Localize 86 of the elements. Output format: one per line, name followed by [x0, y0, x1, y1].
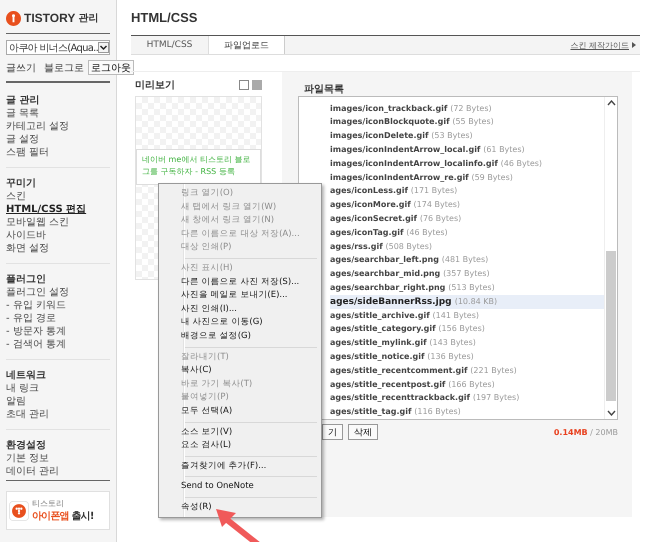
file-row[interactable]: ages/searchbar_left.png (481 Bytes) [330, 253, 604, 268]
sidebar-item[interactable]: 글 목록 [6, 107, 110, 120]
sidebar-link[interactable]: 블로그로 [44, 60, 84, 74]
sidebar-item[interactable]: 스킨 [6, 190, 110, 203]
file-list[interactable] [298, 96, 618, 420]
file-row[interactable]: images/iconIndentArrow_local.gif (61 Bytes) [302, 143, 604, 157]
sidebar-item[interactable]: - 방문자 통계 [6, 325, 110, 338]
scrollbar[interactable] [604, 97, 617, 419]
app-banner[interactable]: 티스토리 아이폰앱 출시! [6, 491, 110, 530]
file-row[interactable]: images/iconDelete.gif (53 Bytes) [302, 129, 604, 144]
file-row[interactable]: ages/stitle_tag.gif (116 Bytes) [330, 405, 604, 419]
sidebar-item[interactable]: 플러그인 설정 [6, 286, 110, 299]
file-row[interactable]: ages/iconSecret.gif (76 Bytes) [330, 212, 604, 226]
section-heading: 네트워크 [6, 369, 47, 382]
section-heading: 글 관리 [6, 94, 40, 107]
file-action-button[interactable]: 삭제 [348, 424, 378, 440]
guide-link[interactable]: 스킨 제작가이드 [570, 40, 629, 50]
section-heading: 플러그인 [6, 273, 47, 286]
page-title: HTML/CSS [131, 10, 198, 26]
chevron-right-icon [632, 42, 636, 48]
file-row[interactable]: ages/stitle_recentcomment.gif (221 Bytes) [330, 364, 604, 378]
logo-icon [6, 10, 21, 26]
sidebar-item[interactable]: 사이드바 [6, 229, 110, 242]
menu-item[interactable]: 속성(R) [161, 500, 319, 514]
file-row[interactable]: ages/iconLess.gif (171 Bytes) [330, 184, 604, 198]
menu-item[interactable]: 사진 인쇄(I)... [161, 302, 319, 316]
file-row[interactable]: ages/sideBannerRss.jpg (10.84 KB) [330, 294, 604, 309]
banner-headline: 아이폰앱 출시! [32, 510, 94, 523]
dropdown-arrow-icon[interactable] [98, 42, 110, 53]
scroll-down-icon[interactable] [606, 410, 616, 416]
sidebar-item[interactable]: 알림 [6, 395, 110, 408]
sidebar-item[interactable]: 카테고리 설정 [6, 120, 110, 133]
file-row[interactable]: ages/stitle_category.gif (156 Bytes) [330, 322, 604, 336]
file-row[interactable]: ages/stitle_archive.gif (141 Bytes) [330, 308, 604, 322]
menu-item[interactable]: 사진을 메일로 보내기(E)... [161, 289, 319, 303]
tab[interactable]: 파일업로드 [208, 36, 285, 54]
menu-item[interactable]: 모두 선택(A) [161, 404, 319, 418]
file-action-button[interactable]: 기 [322, 424, 343, 440]
menu-item[interactable]: 다른 이름으로 사진 저장(S)... [161, 276, 319, 290]
storage-usage: 0.14MB / 20MB [554, 428, 618, 436]
file-row[interactable]: ages/iconMore.gif (174 Bytes) [330, 198, 604, 212]
menu-item[interactable]: 소스 보기(V) [161, 426, 319, 440]
menu-item[interactable]: 배경으로 설정(G) [161, 330, 319, 344]
file-row[interactable]: ages/iconTag.gif (46 Bytes) [330, 226, 604, 240]
app-icon [9, 500, 29, 520]
file-row[interactable]: images/iconIndentArrow_re.gif (59 Bytes) [302, 170, 604, 184]
sidebar-item[interactable]: - 검색어 통계 [6, 338, 110, 351]
sidebar-item[interactable]: 화면 설정 [6, 242, 110, 255]
menu-item[interactable]: Send to OneNote [161, 480, 319, 494]
logo-caption: 관리 [78, 12, 98, 25]
sidebar-item[interactable]: - 유입 키워드 [6, 299, 110, 312]
sidebar-item[interactable]: 초대 관리 [6, 408, 110, 421]
section-heading: 꾸미기 [6, 177, 37, 190]
file-list-title: 파일목록 [304, 83, 345, 96]
sidebar-item[interactable]: 글 설정 [6, 133, 110, 146]
logout-button[interactable]: 로그아웃 [88, 60, 134, 75]
file-row[interactable]: ages/stitle_mylink.gif (143 Bytes) [330, 336, 604, 350]
banner-caption: 티스토리 [32, 498, 65, 509]
file-row[interactable]: ages/rss.gif (508 Bytes) [330, 240, 604, 254]
file-row[interactable]: images/iconIndentArrow_localinfo.gif (46 Bytes) [302, 156, 604, 171]
sidebar-item[interactable]: 스팸 필터 [6, 146, 110, 159]
file-row[interactable]: ages/searchbar_mid.png (357 Bytes) [330, 267, 604, 282]
file-row[interactable]: ages/stitle_recenttrackback.gif (197 Bytes) [330, 391, 604, 406]
logo-text: TISTORY [24, 11, 76, 25]
sidebar-item[interactable]: HTML/CSS 편집 [6, 203, 110, 216]
sidebar-item[interactable]: 내 링크 [6, 382, 110, 395]
file-row[interactable]: ages/stitle_recentpost.gif (166 Bytes) [330, 378, 604, 392]
blog-select[interactable]: 아쿠아 비너스(Aqua.. [6, 40, 110, 55]
menu-item[interactable]: 복사(C) [161, 364, 319, 378]
file-row[interactable]: ages/stitle_notice.gif (136 Bytes) [330, 350, 604, 364]
preview-banner-text: 네이버 me에서 티스토리 블로그를 구독하자 - RSS 등록 [136, 149, 261, 185]
file-row[interactable]: images/icon_trackback.gif (72 Bytes) [302, 102, 604, 116]
file-row[interactable]: images/iconBlockquote.gif (55 Bytes) [302, 115, 604, 130]
sidebar-item[interactable]: 기본 정보 [6, 452, 110, 465]
sidebar-item[interactable]: 모바일웹 스킨 [6, 216, 110, 229]
section-heading: 환경설정 [6, 439, 47, 452]
menu-item[interactable]: 내 사진으로 이동(G) [161, 316, 319, 330]
scroll-up-icon[interactable] [606, 100, 616, 106]
sidebar-item[interactable]: 데이터 관리 [6, 465, 110, 478]
menu-item[interactable]: 즐겨찾기에 추가(F)... [161, 460, 319, 474]
sidebar-link[interactable]: 글쓰기 [6, 60, 36, 74]
preview-title: 미리보기 [135, 79, 175, 92]
sidebar-item[interactable]: - 유입 경로 [6, 312, 110, 325]
file-row[interactable]: ages/searchbar_right.png (513 Bytes) [330, 281, 604, 295]
arrow-icon [214, 507, 262, 542]
menu-item[interactable]: 요소 검사(L) [161, 439, 319, 453]
